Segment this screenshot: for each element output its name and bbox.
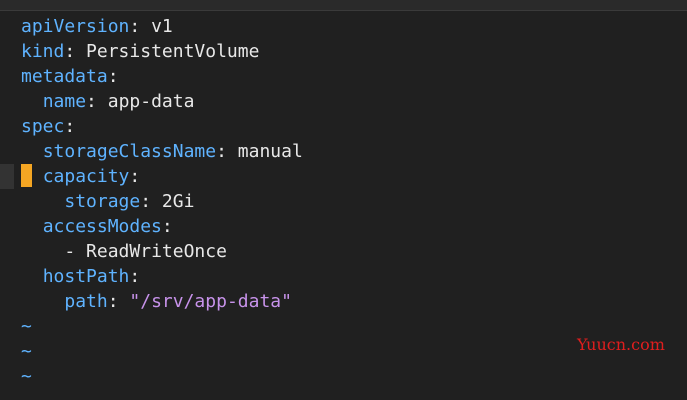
code-line-metadata: metadata: bbox=[21, 66, 119, 87]
yaml-value: app-data bbox=[107, 91, 195, 112]
code-line-name: name: app-data bbox=[42, 91, 195, 112]
yaml-key: path bbox=[64, 291, 108, 312]
yaml-value: 2Gi bbox=[161, 191, 195, 212]
yaml-value: ReadWriteOnce bbox=[86, 241, 227, 262]
empty-buffer-line: ~ bbox=[0, 314, 43, 339]
tilde-marker: ~ bbox=[21, 341, 32, 362]
code-line-kind: kind: PersistentVolume bbox=[21, 41, 260, 62]
yaml-key: accessModes bbox=[42, 216, 162, 237]
yaml-key: storage bbox=[64, 191, 141, 212]
code-line-spec: spec: bbox=[21, 116, 76, 137]
window-title-bar bbox=[0, 0, 687, 11]
code-line-access-modes: accessModes: bbox=[42, 216, 173, 237]
yaml-key: capacity bbox=[42, 166, 130, 187]
yaml-key: spec bbox=[21, 116, 65, 137]
yaml-key: metadata bbox=[21, 66, 108, 87]
yaml-key: kind bbox=[21, 41, 65, 62]
yaml-key: hostPath bbox=[42, 266, 130, 287]
tilde-marker: ~ bbox=[21, 316, 32, 337]
yaml-value: manual bbox=[237, 141, 303, 162]
code-line-path: path: "/srv/app-data" bbox=[64, 291, 292, 312]
code-line-api-version: apiVersion: v1 bbox=[21, 16, 173, 37]
code-line-access-mode-item: - ReadWriteOnce bbox=[0, 239, 227, 264]
tilde-marker: ~ bbox=[21, 366, 32, 387]
yaml-value: PersistentVolume bbox=[86, 41, 260, 62]
yaml-key: apiVersion bbox=[21, 16, 130, 37]
code-line-capacity: capacity: bbox=[0, 164, 687, 189]
yaml-list-dash: - bbox=[64, 241, 76, 262]
code-line-storage-class-name: storageClassName: manual bbox=[42, 141, 303, 162]
yaml-key: name bbox=[42, 91, 87, 112]
yaml-value: v1 bbox=[151, 16, 173, 37]
cursor-line-gutter bbox=[0, 164, 14, 189]
empty-buffer-line: ~ bbox=[0, 339, 43, 364]
code-line-storage: storage: 2Gi bbox=[64, 191, 195, 212]
code-line-host-path: hostPath: bbox=[42, 266, 141, 287]
empty-buffer-line: ~ bbox=[0, 364, 43, 389]
watermark-text: Yuucn.com bbox=[577, 335, 665, 354]
yaml-key: storageClassName bbox=[42, 141, 217, 162]
yaml-string-value: "/srv/app-data" bbox=[129, 291, 292, 312]
